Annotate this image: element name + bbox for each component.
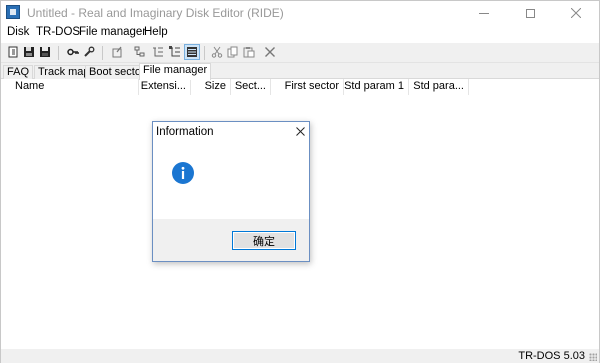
key-button[interactable] [66,45,80,59]
tree-expand-button[interactable] [151,45,165,59]
tree-expand-icon [153,47,163,57]
column-header-sectors[interactable]: Sect... [231,79,271,95]
column-header-name[interactable]: Name [1,79,139,95]
new-disk-button[interactable] [6,45,20,59]
maximize-icon [525,8,535,18]
minimize-icon [479,12,489,14]
tab-faq[interactable]: FAQ [3,65,34,79]
open-disk-icon [24,47,34,57]
minimize-button[interactable] [461,1,507,25]
resize-grip-icon[interactable] [589,353,597,361]
column-label: First sector [284,80,339,92]
column-header-std-param-1[interactable]: Std param 1 [344,79,409,95]
paste-icon [243,47,255,58]
paste-button[interactable] [242,45,256,59]
copy-icon [227,46,238,58]
status-bar: TR-DOS 5.03 [1,349,599,363]
status-text: TR-DOS 5.03 [518,350,585,362]
list-view-icon [187,47,197,57]
tab-strip: FAQ Track map Boot sector File manager [1,63,599,80]
cut-icon [211,46,223,58]
disk-tool-icon [112,46,122,58]
column-label: Std param 1 [344,80,404,92]
maximize-button[interactable] [507,1,553,25]
app-icon [6,5,20,19]
save-disk-icon [40,47,50,57]
close-icon [571,8,581,18]
column-header-first-sector[interactable]: First sector [271,79,344,95]
toolbar-separator [102,46,103,60]
toolbar [1,43,599,63]
tab-file-manager[interactable]: File manager [139,63,212,80]
tree-collapse-icon [169,46,180,57]
wrench-button[interactable] [82,45,96,59]
title-bar[interactable]: Untitled - Real and Imaginary Disk Edito… [1,1,599,25]
menu-disk[interactable]: Disk [7,26,29,38]
dialog-title: Information [156,126,214,138]
menu-trdos[interactable]: TR-DOS [36,26,80,38]
menu-file-manager[interactable]: File manager [79,26,146,38]
tree-view-icon [134,46,145,57]
copy-button[interactable] [226,45,240,59]
delete-button[interactable] [263,45,277,59]
column-label: Std para... [413,80,464,92]
save-disk-button[interactable] [38,45,52,59]
delete-icon [265,47,275,57]
new-disk-icon [8,46,18,58]
tree-collapse-button[interactable] [168,45,182,59]
file-list-header: Name Extensi... Size Sect... First secto… [1,79,599,95]
column-label: Size [204,80,226,92]
tree-view-button[interactable] [133,45,147,59]
information-dialog: Information 确定 [152,121,310,262]
key-icon [67,48,79,56]
column-header-size[interactable]: Size [191,79,231,95]
window-title: Untitled - Real and Imaginary Disk Edito… [27,6,284,20]
dialog-close-button[interactable] [293,124,307,138]
ok-button[interactable]: 确定 [232,231,296,250]
column-label: Sect... [234,80,266,92]
cut-button[interactable] [210,45,224,59]
toolbar-separator [58,46,59,60]
column-header-std-param-2[interactable]: Std para... [409,79,469,95]
menu-bar: Disk TR-DOS File manager Help [1,25,599,43]
column-label: Name [15,80,45,92]
close-icon [295,126,305,136]
close-button[interactable] [553,1,599,25]
column-label: Extensi... [140,80,186,92]
disk-tool-button[interactable] [111,45,125,59]
info-icon [172,162,194,184]
menu-help[interactable]: Help [144,26,168,38]
list-view-button[interactable] [184,44,200,60]
open-disk-button[interactable] [22,45,36,59]
toolbar-separator [204,46,205,60]
dialog-footer: 确定 [153,219,309,261]
wrench-icon [84,46,95,57]
column-header-extension[interactable]: Extensi... [139,79,191,95]
